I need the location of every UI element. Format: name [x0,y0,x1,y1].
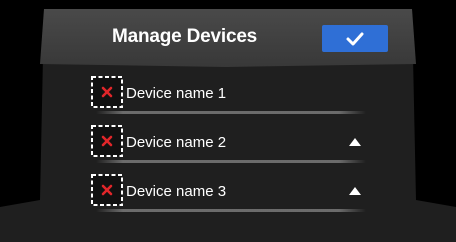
list-separator [96,209,366,212]
device-name-label: Device name 2 [126,134,227,151]
confirm-button[interactable] [322,25,388,52]
move-up-arrow-icon[interactable] [348,186,362,196]
device-list-item-1: Device name 1 [90,73,376,115]
list-separator [96,160,366,163]
page-title: Manage Devices [112,26,258,47]
remove-x-icon [91,125,123,157]
remove-device-1-button[interactable] [90,75,124,109]
checkmark-icon [346,32,364,45]
remove-device-2-button[interactable] [90,124,124,158]
device-list-item-2: Device name 2 [90,122,376,164]
device-name-label: Device name 1 [126,85,227,102]
remove-x-icon [91,76,123,108]
device-list-item-3: Device name 3 [90,171,376,213]
list-separator [96,111,366,114]
device-name-label: Device name 3 [126,183,227,200]
manage-devices-screen: Manage Devices Device name 1 Device name… [0,0,456,242]
remove-x-icon [91,174,123,206]
move-up-arrow-icon[interactable] [348,137,362,147]
remove-device-3-button[interactable] [90,173,124,207]
